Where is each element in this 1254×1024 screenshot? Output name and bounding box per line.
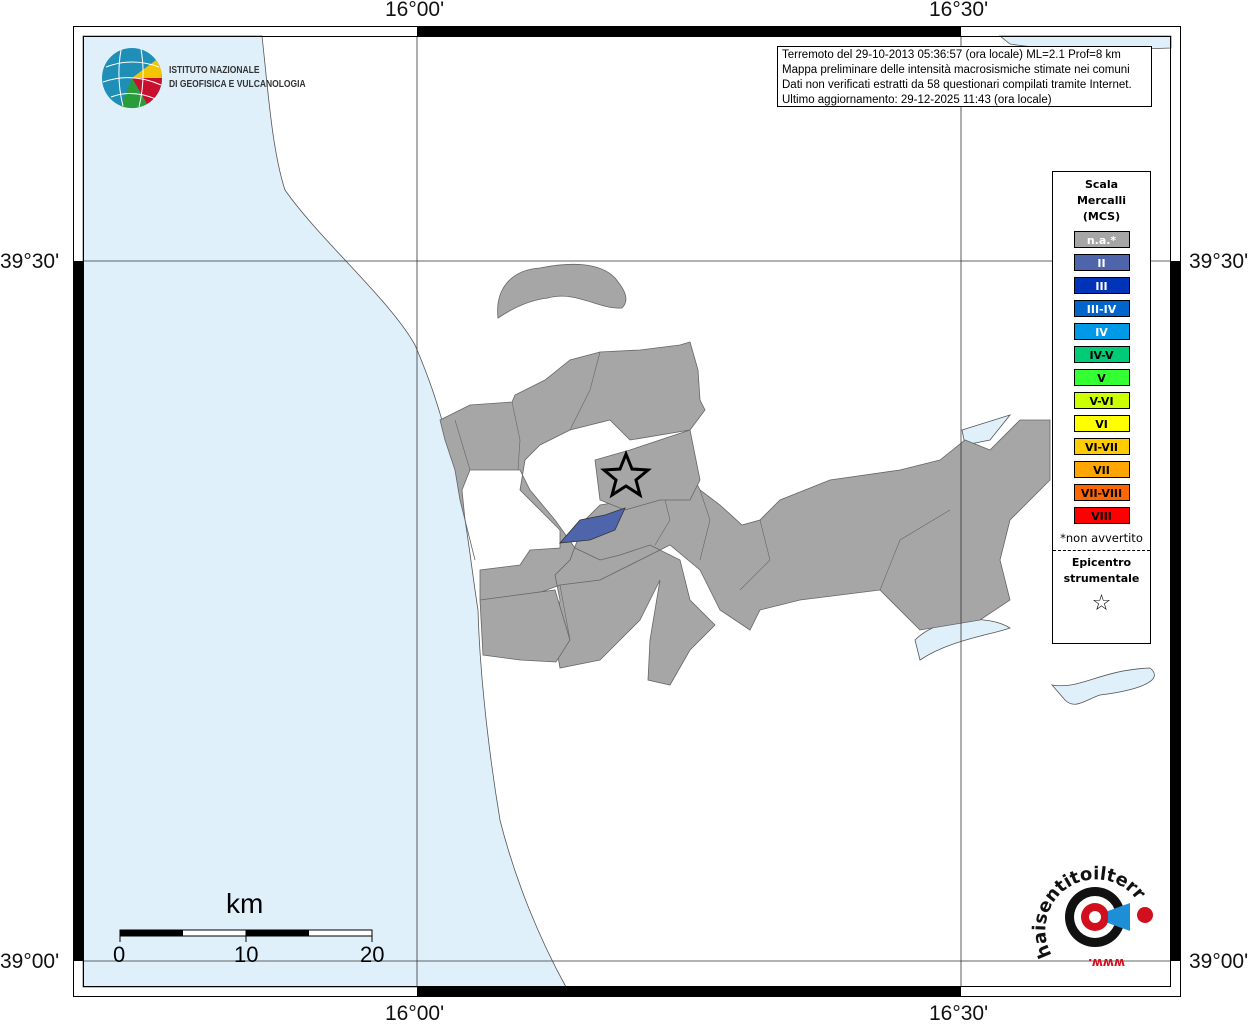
epicenter-legend-label: Epicentro strumentale [1063,556,1140,585]
lat-label-right-bottom: 39°00' [1189,950,1249,973]
legend-swatch-viii: VIII [1073,507,1130,524]
svg-text:www.: www. [1088,956,1125,970]
scale-label-10: 10 [234,942,259,967]
mcs-legend: Scala Mercalli (MCS) n.a.* II III III-IV IV IV-… [1052,171,1151,644]
legend-swatch-v: V [1073,369,1130,386]
legend-swatch-iv-v: IV-V [1073,346,1130,363]
legend-swatch-vi-vii: VI-VII [1073,438,1130,455]
lon-label-top-right: 16°30' [929,0,989,21]
event-info-line: Mappa preliminare delle intensità macros… [782,64,1130,76]
lon-label-bottom-left: 16°00' [385,1002,445,1024]
legend-swatch-iii: III [1073,277,1130,294]
legend-swatch-ii: II [1073,254,1130,271]
ingv-logo-icon [102,48,162,109]
legend-divider [1053,550,1150,551]
haisentito-logo-icon: haisentitoilterremoto.it www. [1030,855,1153,970]
lat-label-left-top: 39°30' [0,250,60,273]
scale-unit: km [226,888,264,919]
legend-swatch-n-a-: n.a.* [1073,231,1130,248]
legend-swatch-v-vi: V-VI [1073,392,1130,409]
scale-label-0: 0 [113,942,126,967]
intensity-map: 16°00' 16°30' 16°00' 16°30' 39°30' 39°00… [0,0,1254,1024]
legend-note: *non avvertito [1060,531,1143,545]
scale-label-20: 20 [360,942,385,967]
legend-swatch-iii-iv: III-IV [1073,300,1130,317]
legend-swatch-vii: VII [1073,461,1130,478]
legend-swatch-vii-viii: VII-VIII [1073,484,1130,501]
lat-label-left-bottom: 39°00' [0,950,60,973]
epicenter-star-icon: ☆ [1091,591,1112,616]
legend-swatch-iv: IV [1073,323,1130,340]
event-info-line: Dati non verificati estratti da 58 quest… [782,79,1132,91]
lat-label-right-top: 39°30' [1189,250,1249,273]
lon-label-bottom-right: 16°30' [929,1002,989,1024]
event-info-line: Terremoto del 29-10-2013 05:36:57 (ora l… [782,49,1121,61]
ingv-logo-text: ISTITUTO NAZIONALE DI GEOFISICA E VULCANO… [169,65,306,90]
lon-label-top-left: 16°00' [385,0,445,21]
event-info-box: Terremoto del 29-10-2013 05:36:57 (ora l… [777,46,1152,107]
legend-title: Scala Mercalli (MCS) [1076,178,1127,223]
update-info-line: Ultimo aggiornamento: 29-12-2025 11:43 (… [782,94,1052,106]
legend-swatch-vi: VI [1073,415,1130,432]
